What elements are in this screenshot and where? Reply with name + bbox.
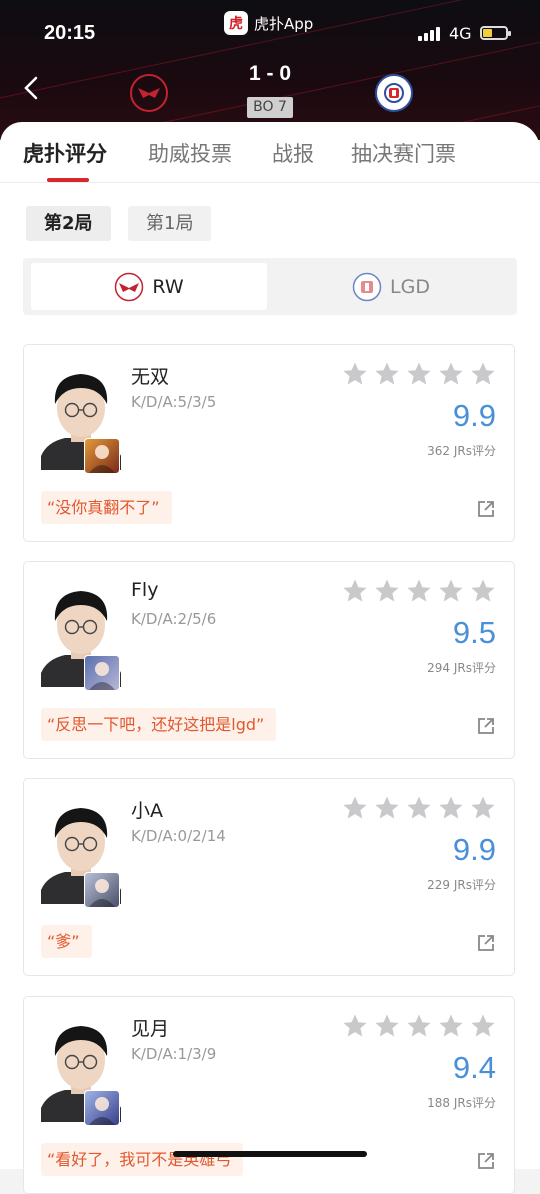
star-icon[interactable] — [406, 578, 432, 604]
team-option-rw[interactable]: RW — [31, 263, 267, 310]
player-card[interactable]: 小A K/D/A:0/2/14 9.9 229 JRs评分 “爹” — [23, 778, 515, 976]
network-type: 4G — [449, 24, 472, 43]
rw-logo-icon — [115, 272, 144, 301]
signal-icon — [418, 27, 440, 41]
share-icon[interactable] — [477, 717, 495, 735]
share-icon[interactable] — [477, 500, 495, 518]
player-kda: K/D/A:0/2/14 — [131, 827, 226, 845]
home-indicator[interactable] — [173, 1151, 367, 1157]
star-icon[interactable] — [438, 795, 464, 821]
player-kda: K/D/A:1/3/9 — [131, 1045, 217, 1063]
hero-icon — [89, 1097, 115, 1125]
tab-report[interactable]: 战报 — [272, 138, 314, 168]
player-name: 小A — [131, 800, 163, 822]
top-comment[interactable]: “反思一下吧，还好这把是lgd” — [41, 708, 277, 741]
player-kda: K/D/A:2/5/6 — [131, 610, 217, 628]
rating-stars[interactable] — [342, 578, 496, 604]
tab-bar: 虎扑评分 助威投票 战报 抽决赛门票 — [0, 122, 540, 183]
player-name: 无双 — [131, 366, 170, 388]
rw-logo-icon — [138, 88, 160, 98]
top-comment[interactable]: “爹” — [41, 925, 92, 958]
rw-team-logo[interactable] — [130, 74, 168, 112]
star-icon[interactable] — [438, 361, 464, 387]
back-button[interactable] — [24, 76, 50, 106]
star-icon[interactable] — [374, 361, 400, 387]
star-icon[interactable] — [470, 578, 496, 604]
team-option-lgd[interactable]: LGD — [273, 263, 509, 310]
player-rating: 9.5 — [452, 615, 496, 650]
player-name: Fly — [131, 579, 159, 601]
hero-portrait — [84, 1090, 120, 1126]
rating-stars[interactable] — [342, 795, 496, 821]
star-icon[interactable] — [406, 795, 432, 821]
star-icon[interactable] — [470, 1013, 496, 1039]
hupu-logo-icon: 虎 — [224, 11, 248, 35]
star-icon[interactable] — [342, 578, 368, 604]
share-icon[interactable] — [477, 934, 495, 952]
player-card[interactable]: 见月 K/D/A:1/3/9 9.4 188 JRs评分 “看好了，我可不是英雄… — [23, 996, 515, 1194]
top-comment[interactable]: “没你真翻不了” — [41, 491, 172, 524]
status-time: 20:15 — [44, 22, 96, 44]
star-icon[interactable] — [406, 361, 432, 387]
star-icon[interactable] — [438, 1013, 464, 1039]
star-icon[interactable] — [342, 795, 368, 821]
tab-active-indicator — [47, 178, 89, 182]
lgd-team-logo[interactable] — [375, 74, 413, 112]
hero-portrait — [84, 438, 120, 474]
game-1-button[interactable]: 第1局 — [128, 206, 212, 241]
star-icon[interactable] — [374, 578, 400, 604]
tab-cheer-vote[interactable]: 助威投票 — [148, 138, 232, 168]
team-switch: RW LGD — [23, 258, 517, 315]
star-icon[interactable] — [342, 1013, 368, 1039]
star-icon[interactable] — [406, 1013, 432, 1039]
hero-portrait — [84, 655, 120, 691]
player-card[interactable]: Fly K/D/A:2/5/6 9.5 294 JRs评分 “反思一下吧，还好这… — [23, 561, 515, 759]
player-name: 见月 — [131, 1018, 170, 1040]
star-icon[interactable] — [374, 1013, 400, 1039]
star-icon[interactable] — [374, 795, 400, 821]
match-format: BO 7 — [247, 97, 293, 118]
tab-hupu-rating[interactable]: 虎扑评分 — [23, 138, 107, 168]
star-icon[interactable] — [470, 795, 496, 821]
rating-count: 188 JRs评分 — [427, 1096, 496, 1110]
chevron-left-icon — [24, 76, 38, 100]
tab-final-tickets[interactable]: 抽决赛门票 — [351, 138, 456, 168]
app-indicator: 虎 虎扑App — [224, 11, 313, 35]
battery-icon — [480, 26, 511, 40]
star-icon[interactable] — [342, 361, 368, 387]
top-comment[interactable]: “看好了，我可不是英雄弓 — [41, 1143, 244, 1176]
player-rating: 9.4 — [452, 1050, 496, 1085]
player-rating: 9.9 — [452, 832, 496, 867]
team-option-label: RW — [152, 275, 184, 298]
rating-stars[interactable] — [342, 361, 496, 387]
hero-icon — [89, 662, 115, 690]
player-card[interactable]: 无双 K/D/A:5/3/5 9.9 362 JRs评分 “没你真翻不了” — [23, 344, 515, 542]
rating-count: 229 JRs评分 — [427, 878, 496, 892]
game-2-button[interactable]: 第2局 — [26, 206, 111, 241]
lgd-logo-icon — [384, 83, 404, 103]
match-score: 1 - 0 — [248, 62, 292, 85]
lgd-logo-icon — [352, 272, 382, 301]
star-icon[interactable] — [470, 361, 496, 387]
star-icon[interactable] — [438, 578, 464, 604]
rating-count: 294 JRs评分 — [427, 661, 496, 675]
hero-icon — [89, 879, 115, 907]
team-option-label: LGD — [390, 275, 430, 298]
player-kda: K/D/A:5/3/5 — [131, 393, 217, 411]
rating-count: 362 JRs评分 — [427, 444, 496, 458]
hero-portrait — [84, 872, 120, 908]
rating-stars[interactable] — [342, 1013, 496, 1039]
match-header: 20:15 虎 虎扑App 4G 1 - 0 BO 7 — [0, 0, 540, 140]
share-icon[interactable] — [477, 1152, 495, 1170]
hero-icon — [89, 445, 115, 473]
player-rating: 9.9 — [452, 398, 496, 433]
app-name: 虎扑App — [254, 14, 314, 33]
